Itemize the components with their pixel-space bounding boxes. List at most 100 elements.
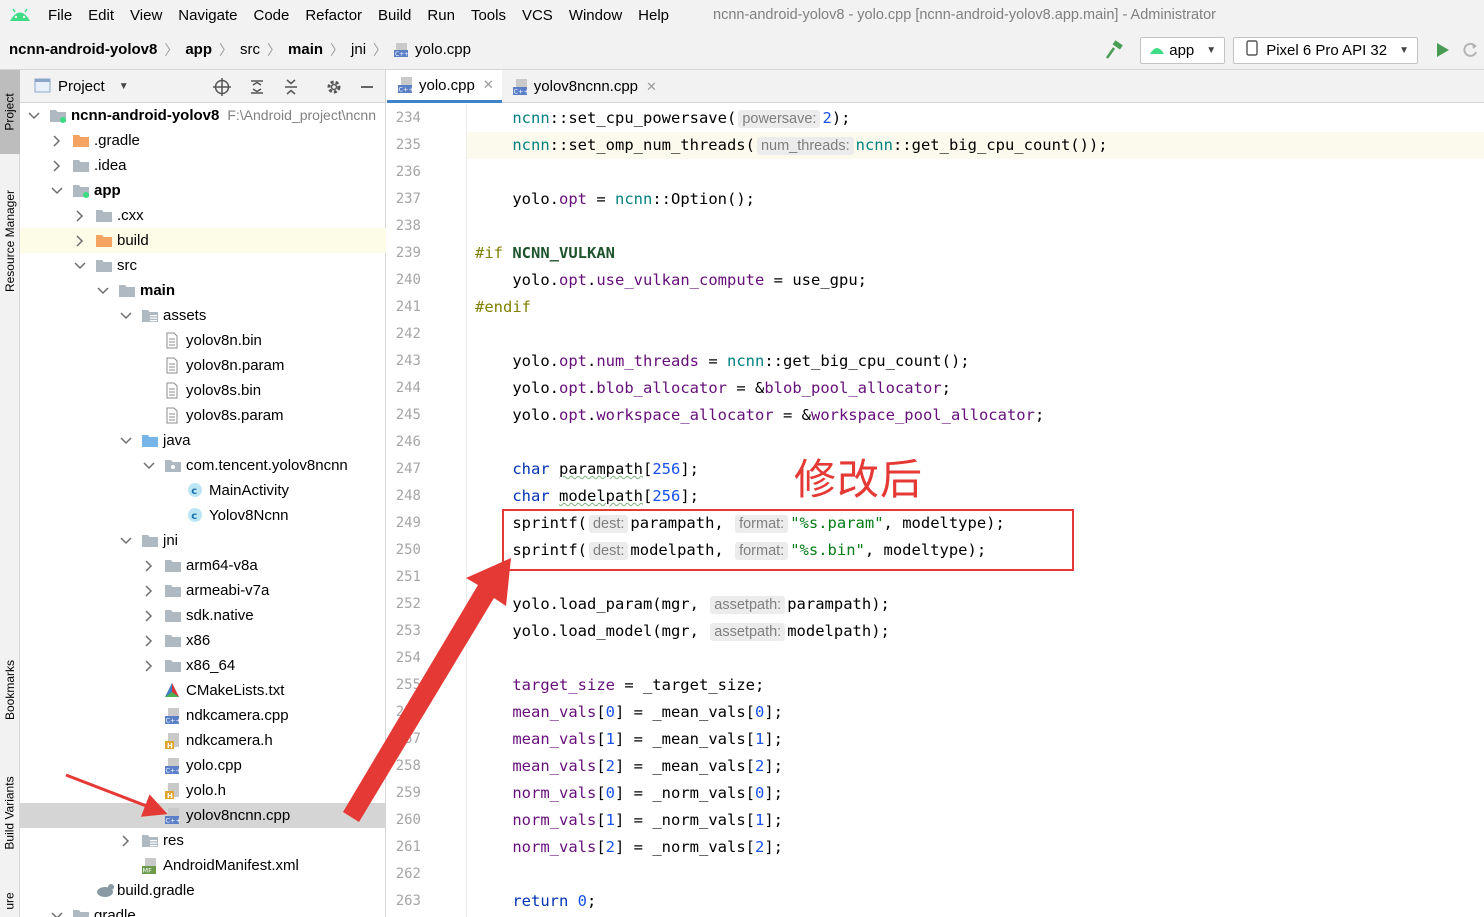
menu-tools[interactable]: Tools xyxy=(463,7,514,24)
code-line[interactable]: norm_vals[0] = _norm_vals[0]; xyxy=(475,780,783,807)
code-line[interactable]: yolo.opt.use_vulkan_compute = use_gpu; xyxy=(475,267,867,294)
chevron-down-icon[interactable] xyxy=(51,910,63,917)
tree-item[interactable]: build xyxy=(20,228,386,253)
menu-window[interactable]: Window xyxy=(561,7,630,24)
expand-all-icon[interactable] xyxy=(248,78,266,96)
tool-tab-project[interactable]: Project xyxy=(0,70,20,154)
menu-run[interactable]: Run xyxy=(419,7,463,24)
gear-icon[interactable] xyxy=(325,78,343,96)
chevron-down-icon[interactable] xyxy=(97,285,109,297)
menu-view[interactable]: View xyxy=(122,7,170,24)
chevron-down-icon[interactable] xyxy=(120,535,132,547)
code-line[interactable]: yolo.opt = ncnn::Option(); xyxy=(475,186,755,213)
tree-item[interactable]: armeabi-v7a xyxy=(20,578,386,603)
chevron-down-icon[interactable] xyxy=(74,260,86,272)
tree-item[interactable]: x86_64 xyxy=(20,653,386,678)
chevron-down-icon[interactable] xyxy=(143,460,155,472)
minimize-icon[interactable] xyxy=(358,78,376,96)
chevron-down-icon[interactable] xyxy=(120,310,132,322)
tree-item[interactable]: c MainActivity xyxy=(20,478,386,503)
chevron-right-icon[interactable] xyxy=(74,209,86,222)
tree-item[interactable]: Hyolo.h xyxy=(20,778,386,803)
tool-tab-resource-manager[interactable]: Resource Manager xyxy=(0,166,20,316)
tree-item[interactable]: MF AndroidManifest.xml xyxy=(20,853,386,878)
code-line[interactable]: mean_vals[2] = _mean_vals[2]; xyxy=(475,753,783,780)
tree-item[interactable]: assets xyxy=(20,303,386,328)
tool-tab-build-variants[interactable]: Build Variants xyxy=(0,758,20,868)
chevron-down-icon[interactable] xyxy=(120,435,132,447)
code-line[interactable]: yolo.opt.num_threads = ncnn::get_big_cpu… xyxy=(475,348,969,375)
code-line[interactable]: mean_vals[1] = _mean_vals[1]; xyxy=(475,726,783,753)
editor-tab[interactable]: C++ yolov8ncnn.cpp ✕ xyxy=(502,70,665,103)
run-config-combo[interactable]: app ▼ xyxy=(1140,36,1226,64)
tree-item[interactable]: main xyxy=(20,278,386,303)
editor-tab[interactable]: C++ yolo.cpp ✕ xyxy=(387,70,502,103)
chevron-down-icon[interactable] xyxy=(28,110,40,122)
tree-item[interactable]: res xyxy=(20,828,386,853)
device-combo[interactable]: Pixel 6 Pro API 32 ▼ xyxy=(1233,36,1418,64)
tree-item[interactable]: x86 xyxy=(20,628,386,653)
tree-item[interactable]: yolov8s.param xyxy=(20,403,386,428)
chevron-right-icon[interactable] xyxy=(120,834,132,847)
code-line[interactable]: yolo.opt.workspace_allocator = &workspac… xyxy=(475,402,1044,429)
tool-tab-structure[interactable]: ure xyxy=(0,885,20,917)
chevron-right-icon[interactable] xyxy=(74,234,86,247)
breadcrumb-item[interactable]: main xyxy=(288,41,323,58)
code-line[interactable]: #endif xyxy=(475,294,531,321)
chevron-right-icon[interactable] xyxy=(143,659,155,672)
menu-file[interactable]: File xyxy=(40,7,80,24)
tree-item[interactable]: build.gradle xyxy=(20,878,386,903)
rerun-icon[interactable] xyxy=(1456,38,1484,62)
breadcrumb-item[interactable]: src xyxy=(240,41,260,58)
chevron-right-icon[interactable] xyxy=(143,634,155,647)
code-line[interactable]: yolo.load_model(mgr, assetpath: modelpath… xyxy=(475,618,890,645)
tree-item[interactable]: yolov8s.bin xyxy=(20,378,386,403)
chevron-right-icon[interactable] xyxy=(143,609,155,622)
tree-item[interactable]: CMakeLists.txt xyxy=(20,678,386,703)
tree-item[interactable]: gradle xyxy=(20,903,386,917)
close-icon[interactable]: ✕ xyxy=(646,79,657,95)
code-line[interactable]: ncnn::set_cpu_powersave(powersave: 2); xyxy=(475,105,850,132)
tree-item[interactable]: Hndkcamera.h xyxy=(20,728,386,753)
tool-tab-bookmarks[interactable]: Bookmarks xyxy=(0,642,20,737)
tree-item[interactable]: .cxx xyxy=(20,203,386,228)
code-line[interactable]: norm_vals[1] = _norm_vals[1]; xyxy=(475,807,783,834)
tree-item[interactable]: .gradle xyxy=(20,128,386,153)
code-line[interactable]: yolo.opt.blob_allocator = &blob_pool_all… xyxy=(475,375,951,402)
tree-item[interactable]: C++ yolov8ncnn.cpp xyxy=(20,803,386,828)
menu-help[interactable]: Help xyxy=(630,7,677,24)
tree-item[interactable]: yolov8n.bin xyxy=(20,328,386,353)
tree-item[interactable]: sdk.native xyxy=(20,603,386,628)
chevron-down-icon[interactable] xyxy=(51,185,63,197)
code-line[interactable]: ncnn::set_omp_num_threads(num_threads: nc… xyxy=(475,132,1108,159)
tree-item[interactable]: jni xyxy=(20,528,386,553)
menu-navigate[interactable]: Navigate xyxy=(170,7,245,24)
tree-item[interactable]: .idea xyxy=(20,153,386,178)
code-line[interactable]: yolo.load_param(mgr, assetpath: parampath… xyxy=(475,591,890,618)
tree-item[interactable]: src xyxy=(20,253,386,278)
code-line[interactable]: #if NCNN_VULKAN xyxy=(475,240,615,267)
tree-item[interactable]: C++ yolo.cpp xyxy=(20,753,386,778)
menu-build[interactable]: Build xyxy=(370,7,419,24)
breadcrumb-item[interactable]: jni xyxy=(351,41,366,58)
code-line[interactable]: char parampath[256]; xyxy=(475,456,699,483)
breadcrumb-item[interactable]: app xyxy=(185,41,212,58)
tree-item[interactable]: c Yolov8Ncnn xyxy=(20,503,386,528)
code-line[interactable]: char modelpath[256]; xyxy=(475,483,699,510)
locate-icon[interactable] xyxy=(213,78,231,96)
tree-item[interactable]: com.tencent.yolov8ncnn xyxy=(20,453,386,478)
build-hammer-icon[interactable] xyxy=(1102,38,1126,62)
tree-item[interactable]: java xyxy=(20,428,386,453)
chevron-right-icon[interactable] xyxy=(143,584,155,597)
chevron-right-icon[interactable] xyxy=(51,134,63,147)
chevron-down-icon[interactable]: ▼ xyxy=(119,81,129,92)
tree-item[interactable]: ncnn-android-yolov8 F:\Android_project\nc… xyxy=(20,103,386,128)
breadcrumb-item[interactable]: yolo.cpp xyxy=(415,41,471,58)
tree-item[interactable]: app xyxy=(20,178,386,203)
menu-edit[interactable]: Edit xyxy=(80,7,122,24)
close-icon[interactable]: ✕ xyxy=(483,77,494,93)
menu-vcs[interactable]: VCS xyxy=(514,7,561,24)
tree-item[interactable]: C++ ndkcamera.cpp xyxy=(20,703,386,728)
breadcrumb-item[interactable]: ncnn-android-yolov8 xyxy=(9,41,157,58)
code-line[interactable]: target_size = _target_size; xyxy=(475,672,764,699)
